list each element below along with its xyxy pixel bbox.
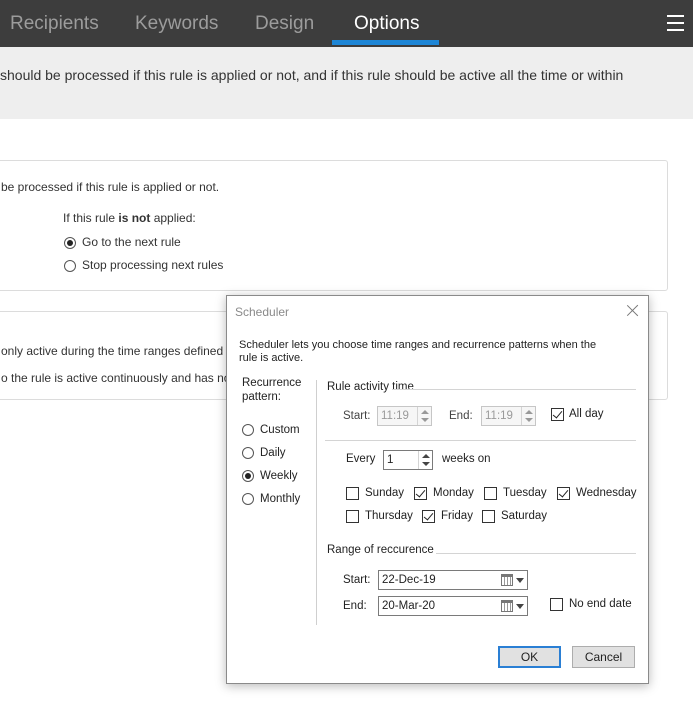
day-monday-label: Monday <box>433 487 474 499</box>
chevron-down-icon[interactable] <box>516 578 524 583</box>
weeks-on-label: weeks on <box>442 453 491 465</box>
active-tab-indicator <box>332 40 439 45</box>
condition-label: If this rule is not applied: <box>63 211 196 225</box>
processing-text: be processed if this rule is applied or … <box>1 180 220 194</box>
radio-daily[interactable] <box>242 447 254 459</box>
vertical-divider <box>316 380 317 625</box>
checkbox-friday[interactable] <box>422 510 435 523</box>
schedule-text-line1: only active during the time ranges defin… <box>1 344 224 358</box>
day-friday-label: Friday <box>441 510 473 522</box>
radio-monthly[interactable] <box>242 493 254 505</box>
spin-arrows-icon[interactable] <box>521 407 535 425</box>
spin-arrows-icon[interactable] <box>417 407 431 425</box>
processing-panel: be processed if this rule is applied or … <box>0 160 668 291</box>
radio-stop-processing[interactable] <box>64 260 76 272</box>
pattern-custom-label: Custom <box>260 424 300 436</box>
tab-keywords[interactable]: Keywords <box>135 0 218 47</box>
ok-button[interactable]: OK <box>498 646 561 668</box>
checkbox-monday[interactable] <box>414 487 427 500</box>
activity-time-divider <box>392 389 636 390</box>
dialog-intro: Scheduler lets you choose time ranges an… <box>239 339 597 364</box>
options-description: should be processed if this rule is appl… <box>0 67 624 83</box>
end-time-label: End: <box>449 410 473 422</box>
every-label: Every <box>346 453 376 465</box>
cancel-button[interactable]: Cancel <box>572 646 635 668</box>
calendar-icon[interactable] <box>501 574 513 586</box>
close-icon[interactable] <box>625 303 641 319</box>
start-time-stepper[interactable]: 11:19 <box>377 406 432 426</box>
spin-arrows-icon[interactable] <box>418 451 432 469</box>
day-saturday-label: Saturday <box>501 510 548 522</box>
range-end-date-picker[interactable]: 20-Mar-20 <box>378 596 528 616</box>
no-end-date-label: No end date <box>569 598 632 610</box>
tab-design[interactable]: Design <box>255 0 314 47</box>
day-tuesday-label: Tuesday <box>503 487 547 499</box>
pattern-daily-label: Daily <box>260 447 286 459</box>
pattern-weekly-label: Weekly <box>260 470 298 482</box>
no-end-date-checkbox[interactable] <box>550 598 563 611</box>
checkbox-saturday[interactable] <box>482 510 495 523</box>
checkbox-wednesday[interactable] <box>557 487 570 500</box>
range-divider <box>436 553 636 554</box>
day-thursday-label: Thursday <box>365 510 413 522</box>
option-go-next-rule-label: Go to the next rule <box>82 235 181 249</box>
all-day-label: All day <box>569 408 604 420</box>
activity-time-label: Rule activity time <box>327 381 414 393</box>
tab-recipients[interactable]: Recipients <box>10 0 99 47</box>
checkbox-sunday[interactable] <box>346 487 359 500</box>
range-start-date-picker[interactable]: 22-Dec-19 <box>378 570 528 590</box>
recurrence-pattern-label: Recurrence pattern: <box>242 377 302 403</box>
pattern-monthly-label: Monthly <box>260 493 301 505</box>
activity-divider <box>325 440 636 441</box>
menu-icon[interactable] <box>667 15 684 31</box>
top-tab-bar: Recipients Keywords Design Options <box>0 0 693 47</box>
day-sunday-label: Sunday <box>365 487 405 499</box>
end-time-stepper[interactable]: 11:19 <box>481 406 536 426</box>
radio-go-next-rule[interactable] <box>64 237 76 249</box>
all-day-checkbox[interactable] <box>551 408 564 421</box>
checkbox-thursday[interactable] <box>346 510 359 523</box>
day-wednesday-label: Wednesday <box>576 487 637 499</box>
radio-weekly[interactable] <box>242 470 254 482</box>
checkbox-tuesday[interactable] <box>484 487 497 500</box>
chevron-down-icon[interactable] <box>516 604 524 609</box>
dialog-title: Scheduler <box>235 305 290 319</box>
calendar-icon[interactable] <box>501 600 513 612</box>
range-end-label: End: <box>343 600 367 612</box>
scheduler-dialog: Scheduler Scheduler lets you choose time… <box>226 295 649 684</box>
range-start-label: Start: <box>343 574 371 586</box>
weeks-interval-stepper[interactable]: 1 <box>383 450 433 470</box>
schedule-text-line2: o the rule is active continuously and ha… <box>1 371 231 385</box>
range-of-recurrence-label: Range of reccurence <box>327 544 434 556</box>
option-stop-processing-label: Stop processing next rules <box>82 258 224 272</box>
radio-custom[interactable] <box>242 424 254 436</box>
start-time-label: Start: <box>343 410 371 422</box>
description-band: should be processed if this rule is appl… <box>0 47 693 119</box>
